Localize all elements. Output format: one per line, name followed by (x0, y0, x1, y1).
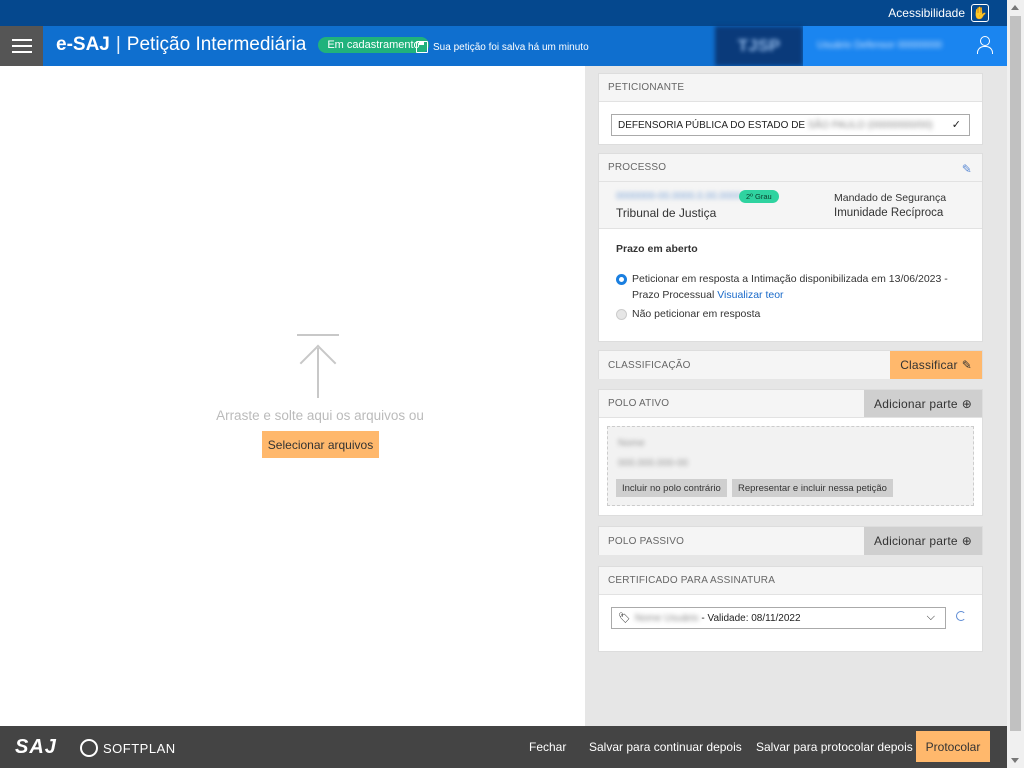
save-continue-button[interactable]: Salvar para continuar depois (589, 740, 742, 754)
app-brand: e-SAJ | Petição Intermediária Em cadastr… (56, 34, 429, 56)
party-document: 000.000.000-00 (618, 458, 689, 469)
petition-side-panel: PETICIONANTE DEFENSORIA PÚBLICA DO ESTAD… (585, 66, 995, 726)
save-status-text: Sua petição foi salva há um minuto (433, 41, 589, 53)
incluir-polo-contrario-button[interactable]: Incluir no polo contrário (616, 479, 727, 497)
accessibility-link[interactable]: Acessibilidade ✋ (888, 4, 989, 22)
peticionante-value: DEFENSORIA PÚBLICA DO ESTADO DE (618, 119, 806, 131)
refresh-icon[interactable] (956, 611, 966, 621)
classificacao-card: CLASSIFICAÇÃO Classificar ✎ (598, 350, 983, 379)
polo-ativo-card: POLO ATIVO Adicionar parte ⊕ Nome 000.00… (598, 389, 983, 516)
peticionante-value-hidden: SÃO PAULO (00000000/00) (807, 119, 933, 131)
peticionante-select[interactable]: DEFENSORIA PÚBLICA DO ESTADO DE SÃO PAUL… (611, 114, 970, 136)
polo-ativo-heading: POLO ATIVO Adicionar parte ⊕ (599, 390, 982, 418)
floppy-disk-icon (416, 41, 428, 53)
saj-logo: SAJ (15, 736, 57, 758)
classificar-button[interactable]: Classificar ✎ (890, 351, 982, 379)
select-files-button[interactable]: Selecionar arquivos (262, 431, 379, 458)
processo-card: PROCESSO ✎ 0000000-00.0000.0.00.0000 2º … (598, 153, 983, 342)
checkmark-icon: ✓ (951, 119, 961, 131)
save-status: Sua petição foi salva há um minuto (416, 41, 589, 53)
classificacao-heading: CLASSIFICAÇÃO Classificar ✎ (599, 351, 982, 379)
save-protocol-later-button[interactable]: Salvar para protocolar depois (756, 740, 913, 754)
softplan-icon (80, 739, 98, 757)
polo-passivo-add-button[interactable]: Adicionar parte ⊕ (864, 527, 982, 555)
prazo-title: Prazo em aberto (616, 243, 698, 255)
tribunal-label: Tribunal de Justiça (616, 206, 717, 220)
scroll-down-icon[interactable] (1011, 758, 1019, 763)
grau-badge: 2º Grau (739, 190, 779, 203)
status-badge: Em cadastramento (318, 37, 429, 53)
protocolar-button[interactable]: Protocolar (916, 731, 990, 762)
option-nao-peticionar[interactable]: Não peticionar em resposta (632, 306, 760, 322)
peticionante-heading: PETICIONANTE (599, 74, 982, 102)
upload-arrow-icon (297, 334, 339, 398)
user-name: Usuário Defensor 00000000 (817, 40, 943, 51)
polo-passivo-card: POLO PASSIVO Adicionar parte ⊕ (598, 526, 983, 555)
scroll-thumb[interactable] (1010, 16, 1021, 731)
peticionante-card: PETICIONANTE DEFENSORIA PÚBLICA DO ESTAD… (598, 73, 983, 145)
polo-ativo-add-button[interactable]: Adicionar parte ⊕ (864, 390, 982, 417)
visualizar-teor-link[interactable]: Visualizar teor (717, 289, 783, 301)
process-number[interactable]: 0000000-00.0000.0.00.0000 (616, 191, 742, 202)
user-icon (977, 36, 993, 54)
menu-button[interactable] (0, 26, 43, 66)
user-menu[interactable]: Usuário Defensor 00000000 (803, 26, 1007, 66)
pencil-icon[interactable]: ✎ (962, 162, 972, 176)
polo-passivo-heading: POLO PASSIVO Adicionar parte ⊕ (599, 527, 982, 555)
certificate-validity: - Validade: 08/11/2022 (701, 612, 801, 624)
certificado-card: CERTIFICADO PARA ASSINATURA 🏷 Nome Usuár… (598, 566, 983, 652)
softplan-logo: SOFTPLAN (80, 739, 176, 757)
party-name: Nome (618, 438, 645, 449)
page-title: Petição Intermediária (126, 34, 307, 55)
panel-gutter (995, 66, 1007, 726)
hand-icon: ✋ (971, 4, 989, 22)
file-drop-zone[interactable]: Arraste e solte aqui os arquivos ou Sele… (0, 66, 585, 726)
drop-instructions: Arraste e solte aqui os arquivos ou (216, 408, 424, 423)
certificate-select[interactable]: 🏷 Nome Usuário - Validade: 08/11/2022 ⌵ (611, 607, 946, 629)
hamburger-icon (11, 39, 32, 41)
plus-circle-icon: ⊕ (961, 534, 972, 548)
close-button[interactable]: Fechar (529, 740, 566, 754)
court-logo: TJSP (715, 26, 803, 66)
brand-name: e-SAJ (56, 34, 110, 55)
page-scrollbar[interactable] (1007, 0, 1024, 768)
chevron-down-icon: ⌵ (926, 611, 935, 623)
certificado-heading: CERTIFICADO PARA ASSINATURA (599, 567, 982, 595)
radio-nao-peticionar[interactable] (616, 309, 627, 320)
certificate-name: Nome Usuário (634, 612, 699, 624)
tag-icon: 🏷 (618, 612, 631, 624)
processo-heading: PROCESSO ✎ (599, 154, 982, 182)
footer-bar: SAJ SOFTPLAN Fechar Salvar para continua… (0, 726, 1007, 768)
classe-label: Mandado de Segurança (834, 192, 947, 204)
scroll-up-icon[interactable] (1011, 5, 1019, 10)
pencil-icon: ✎ (961, 358, 972, 372)
accessibility-label: Acessibilidade (888, 6, 965, 20)
app-header: e-SAJ | Petição Intermediária Em cadastr… (0, 26, 1007, 66)
option-peticionar-resposta[interactable]: Peticionar em resposta a Intimação dispo… (632, 271, 972, 303)
accessibility-bar: Acessibilidade ✋ (0, 0, 1007, 26)
representar-incluir-button[interactable]: Representar e incluir nessa petição (732, 479, 893, 497)
brand-separator: | (115, 34, 121, 55)
assunto-label: Imunidade Recíproca (834, 207, 944, 219)
plus-circle-icon: ⊕ (961, 396, 972, 411)
processo-details: 0000000-00.0000.0.00.0000 2º Grau Tribun… (599, 182, 982, 229)
radio-peticionar-resposta[interactable] (616, 274, 627, 285)
party-item: Nome 000.000.000-00 Incluir no polo cont… (607, 426, 974, 506)
